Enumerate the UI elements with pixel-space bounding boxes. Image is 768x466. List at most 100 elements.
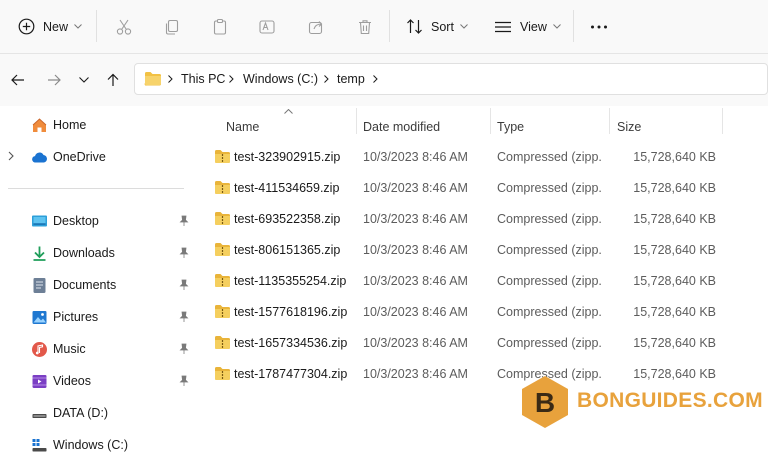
breadcrumb-this-pc[interactable]: This PC — [181, 64, 225, 94]
desktop-icon — [32, 215, 47, 227]
sort-button[interactable]: Sort — [406, 0, 468, 53]
table-row[interactable]: test-323902915.zip 10/3/2023 8:46 AM Compr… — [195, 142, 768, 173]
recent-locations-button[interactable] — [74, 70, 94, 90]
pin-icon[interactable] — [178, 247, 190, 259]
forward-button[interactable] — [44, 70, 64, 90]
file-size: 15,728,640 KB — [633, 336, 716, 350]
arrow-right-icon — [48, 74, 61, 86]
rename-button[interactable] — [258, 0, 276, 53]
sidebar-item-onedrive[interactable]: OneDrive — [0, 141, 195, 173]
clipboard-icon — [213, 18, 227, 35]
file-date-modified: 10/3/2023 8:46 AM — [363, 305, 468, 319]
svg-text:B: B — [535, 387, 555, 418]
sidebar-item-label: Music — [53, 342, 86, 356]
pin-icon[interactable] — [178, 311, 190, 323]
copy-button[interactable] — [163, 0, 181, 53]
cut-button[interactable] — [115, 0, 133, 53]
table-row[interactable]: test-1657334536.zip 10/3/2023 8:46 AM Comp… — [195, 328, 768, 359]
up-button[interactable] — [103, 70, 123, 90]
file-name: test-1135355254.zip — [234, 274, 347, 288]
zip-folder-icon — [215, 212, 230, 225]
back-button[interactable] — [8, 70, 28, 90]
chevron-right-icon[interactable] — [8, 151, 14, 161]
table-row[interactable]: test-1577618196.zip 10/3/2023 8:46 AM Comp… — [195, 297, 768, 328]
breadcrumb-windows-c[interactable]: Windows (C:) — [243, 64, 318, 94]
sidebar-item-music[interactable]: Music — [0, 333, 195, 365]
table-row[interactable]: test-411534659.zip 10/3/2023 8:46 AM Compr… — [195, 173, 768, 204]
file-name: test-1787477304.zip — [234, 367, 348, 381]
pin-icon[interactable] — [178, 375, 190, 387]
file-date-modified: 10/3/2023 8:46 AM — [363, 181, 468, 195]
pin-icon[interactable] — [178, 279, 190, 291]
view-button[interactable]: View — [494, 0, 561, 53]
sidebar-item-label: Home — [53, 118, 87, 132]
file-date-modified: 10/3/2023 8:46 AM — [363, 274, 468, 288]
music-icon — [32, 342, 47, 357]
picture-icon — [32, 311, 47, 324]
column-header-label: Type — [497, 120, 525, 134]
sidebar-item-pictures[interactable]: Pictures — [0, 301, 195, 333]
chevron-right-icon — [373, 75, 378, 83]
sidebar-item-label: DATA (D:) — [53, 406, 109, 420]
column-divider[interactable] — [609, 108, 610, 134]
sort-icon — [407, 19, 422, 34]
breadcrumb-temp[interactable]: temp — [337, 64, 365, 94]
sidebar-item-data-drive[interactable]: DATA (D:) — [0, 397, 195, 429]
chevron-right-icon — [168, 75, 173, 83]
share-button[interactable] — [307, 0, 325, 53]
sidebar-item-label: OneDrive — [53, 150, 106, 164]
new-button[interactable]: New — [18, 0, 82, 53]
file-name: test-323902915.zip — [234, 150, 341, 164]
sidebar-item-label: Pictures — [53, 310, 99, 324]
sidebar-item-label: Documents — [53, 278, 117, 292]
sidebar-item-desktop[interactable]: Desktop — [0, 205, 195, 237]
sidebar-item-label: Windows (C:) — [53, 438, 129, 452]
column-header-name[interactable]: Name — [226, 114, 354, 140]
scissors-icon — [116, 19, 132, 35]
new-label: New — [43, 19, 69, 34]
chevron-down-icon — [79, 77, 89, 83]
share-icon — [308, 20, 323, 34]
download-icon — [33, 246, 46, 261]
table-row[interactable]: test-1135355254.zip 10/3/2023 8:46 AM Comp… — [195, 266, 768, 297]
view-lines-icon — [495, 21, 511, 32]
more-options-button[interactable] — [590, 0, 608, 53]
watermark-text: BONGUIDES.COM — [577, 389, 763, 412]
sidebar-item-videos[interactable]: Videos — [0, 365, 195, 397]
pin-icon[interactable] — [178, 343, 190, 355]
sidebar-item-home[interactable]: Home — [0, 109, 195, 141]
table-row[interactable]: test-806151365.zip 10/3/2023 8:46 AM Compr… — [195, 235, 768, 266]
column-header-date[interactable]: Date modified — [363, 114, 489, 140]
column-divider[interactable] — [356, 108, 357, 134]
delete-button[interactable] — [356, 0, 374, 53]
arrow-left-icon — [11, 74, 24, 86]
pin-icon[interactable] — [178, 215, 190, 227]
bonguides-watermark: B BONGUIDES.COM — [518, 374, 763, 430]
toolbar-divider — [573, 10, 574, 42]
zip-folder-icon — [215, 336, 230, 349]
zip-folder-icon — [215, 274, 230, 287]
file-date-modified: 10/3/2023 8:46 AM — [363, 243, 468, 257]
column-header-size[interactable]: Size — [617, 114, 717, 140]
chevron-right-icon — [229, 75, 234, 83]
column-divider[interactable] — [722, 108, 723, 134]
paste-button[interactable] — [211, 0, 229, 53]
zip-folder-icon — [215, 181, 230, 194]
file-size: 15,728,640 KB — [633, 212, 716, 226]
column-divider[interactable] — [490, 108, 491, 134]
sidebar-item-windows-drive[interactable]: Windows (C:) — [0, 429, 195, 461]
sidebar-item-documents[interactable]: Documents — [0, 269, 195, 301]
file-name: test-1657334536.zip — [234, 336, 348, 350]
column-header-type[interactable]: Type — [497, 114, 607, 140]
chevron-down-icon — [460, 24, 468, 29]
arrow-up-icon — [107, 73, 119, 86]
file-name: test-806151365.zip — [234, 243, 341, 257]
address-bar[interactable]: This PC Windows (C:) temp — [134, 63, 768, 95]
sidebar-item-label: Downloads — [53, 246, 115, 260]
sidebar-item-downloads[interactable]: Downloads — [0, 237, 195, 269]
file-size: 15,728,640 KB — [633, 305, 716, 319]
file-type: Compressed (zipp... — [497, 274, 603, 288]
sidebar-divider — [8, 188, 184, 189]
table-row[interactable]: test-693522358.zip 10/3/2023 8:46 AM Compr… — [195, 204, 768, 235]
sort-label: Sort — [431, 19, 454, 34]
